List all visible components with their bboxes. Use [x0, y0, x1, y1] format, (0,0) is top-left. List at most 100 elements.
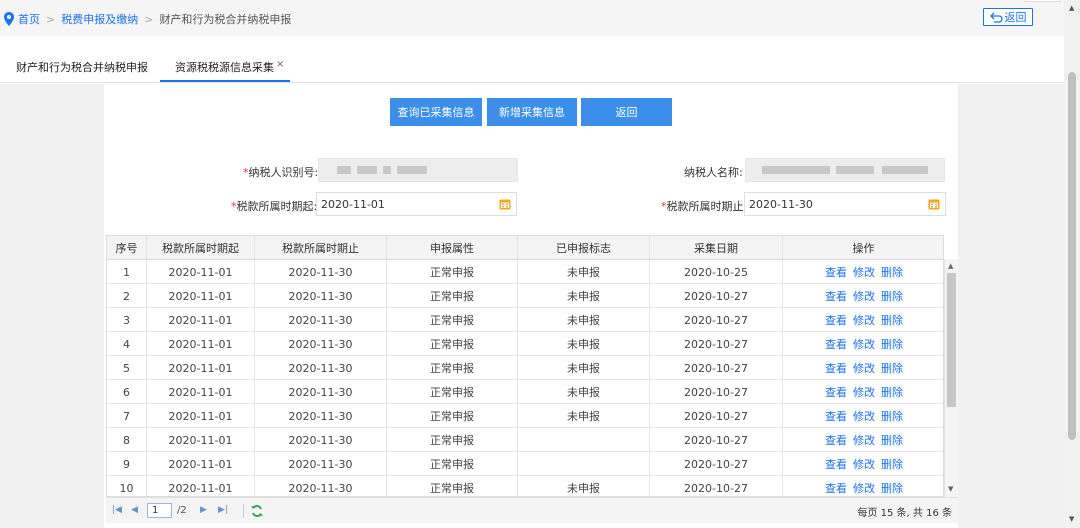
page-scroll-thumb[interactable] — [1068, 72, 1076, 440]
view-link[interactable]: 查看 — [825, 288, 847, 304]
page-scroll-up-icon[interactable]: ▲ — [1069, 4, 1074, 12]
header-col-index: 序号 — [107, 236, 147, 260]
view-link[interactable]: 查看 — [825, 432, 847, 448]
table-row[interactable]: 3 2020-11-01 2020-11-30 正常申报 未申报 2020-10-27 查看… — [107, 308, 943, 332]
delete-link[interactable]: 删除 — [881, 264, 903, 280]
header-col-declared-flag: 已申报标志 — [518, 236, 650, 260]
scroll-up-icon[interactable]: ▲ — [948, 262, 953, 270]
table-row[interactable]: 9 2020-11-01 2020-11-30 正常申报 2020-10-27 查看 修改删… — [107, 452, 943, 476]
view-link[interactable]: 查看 — [825, 360, 847, 376]
edit-link[interactable]: 修改 — [853, 336, 875, 352]
prev-page-icon[interactable]: ◀ — [131, 505, 138, 515]
cell-col-collect-date: 2020-10-27 — [650, 452, 783, 476]
return-button[interactable]: 返回 — [581, 98, 672, 126]
cell-col-index: 1 — [107, 260, 147, 284]
table-row[interactable]: 1 2020-11-01 2020-11-30 正常申报 未申报 2020-10-25 查看… — [107, 260, 943, 284]
cell-col-collect-date: 2020-10-27 — [650, 404, 783, 428]
edit-link[interactable]: 修改 — [853, 384, 875, 400]
header-col-collect-date: 采集日期 — [650, 236, 783, 260]
cell-col-index: 5 — [107, 356, 147, 380]
cell-col-declared-flag: 未申报 — [518, 260, 650, 284]
page-scroll-down-icon[interactable]: ▼ — [1069, 515, 1074, 523]
view-link[interactable]: 查看 — [825, 480, 847, 496]
back-button[interactable]: 返回 — [983, 8, 1033, 26]
delete-link[interactable]: 删除 — [881, 360, 903, 376]
breadcrumb-tax-declaration-link[interactable]: 税费申报及缴纳 — [61, 11, 138, 27]
table-row[interactable]: 5 2020-11-01 2020-11-30 正常申报 未申报 2020-10-27 查看… — [107, 356, 943, 380]
edit-link[interactable]: 修改 — [853, 432, 875, 448]
view-link[interactable]: 查看 — [825, 312, 847, 328]
calendar-icon[interactable] — [499, 198, 511, 210]
period-end-field[interactable]: 2020-11-30 — [744, 192, 946, 216]
view-link[interactable]: 查看 — [825, 456, 847, 472]
table-header: 序号 税款所属时期起 税款所属时期止 申报属性 已申报标志 采集日期 操作 — [107, 236, 943, 260]
edit-link[interactable]: 修改 — [853, 360, 875, 376]
edit-link[interactable]: 修改 — [853, 408, 875, 424]
scroll-down-icon[interactable]: ▼ — [948, 485, 953, 493]
edit-link[interactable]: 修改 — [853, 264, 875, 280]
pager-summary: 每页 15 条, 共 16 条 — [857, 508, 952, 519]
back-arrow-icon — [989, 12, 1003, 23]
page-number-input[interactable]: 1 — [147, 503, 172, 518]
delete-link[interactable]: 删除 — [881, 408, 903, 424]
cell-col-collect-date: 2020-10-27 — [650, 332, 783, 356]
period-end-value: 2020-11-30 — [749, 197, 813, 211]
edit-link[interactable]: 修改 — [853, 480, 875, 496]
query-collected-button[interactable]: 查询已采集信息 — [390, 98, 482, 126]
delete-link[interactable]: 删除 — [881, 384, 903, 400]
period-end-label: *税款所属时期止: — [661, 200, 748, 213]
view-link[interactable]: 查看 — [825, 336, 847, 352]
cell-actions: 查看 修改 删除 — [783, 260, 943, 284]
page-scrollbar[interactable]: ▲ ▼ — [1064, 0, 1080, 528]
edit-link[interactable]: 修改 — [853, 288, 875, 304]
table-row[interactable]: 10 2020-11-01 2020-11-30 正常申报 未申报 2020-10-27 查… — [107, 476, 943, 496]
delete-link[interactable]: 删除 — [881, 336, 903, 352]
cell-col-period-end: 2020-11-30 — [255, 260, 387, 284]
refresh-icon[interactable] — [250, 504, 264, 518]
header-col-period-end: 税款所属时期止 — [255, 236, 387, 260]
cell-col-declare-type: 正常申报 — [387, 260, 518, 284]
breadcrumb-home-link[interactable]: 首页 — [18, 11, 40, 27]
next-page-icon[interactable]: ▶ — [200, 505, 207, 515]
calendar-icon[interactable] — [928, 198, 940, 210]
table-row[interactable]: 7 2020-11-01 2020-11-30 正常申报 未申报 2020-10-27 查看… — [107, 404, 943, 428]
header-col-actions: 操作 — [783, 236, 943, 260]
view-link[interactable]: 查看 — [825, 264, 847, 280]
delete-link[interactable]: 删除 — [881, 288, 903, 304]
cell-col-period-start: 2020-11-01 — [147, 428, 255, 452]
last-page-icon[interactable]: ▶| — [218, 505, 228, 515]
cell-col-declared-flag: 未申报 — [518, 476, 650, 496]
tab-close-icon[interactable]: × — [276, 59, 284, 70]
view-link[interactable]: 查看 — [825, 408, 847, 424]
view-link[interactable]: 查看 — [825, 384, 847, 400]
tab-resource-tax-collection[interactable]: 资源税税源信息采集 × — [175, 59, 284, 75]
table-scroll-thumb[interactable] — [947, 273, 956, 407]
delete-link[interactable]: 删除 — [881, 312, 903, 328]
cell-col-period-start: 2020-11-01 — [147, 260, 255, 284]
tab-property-behavior-tax[interactable]: 财产和行为税合并纳税申报 — [16, 59, 148, 75]
table-row[interactable]: 6 2020-11-01 2020-11-30 正常申报 未申报 2020-10-27 查看… — [107, 380, 943, 404]
cell-col-declare-type: 正常申报 — [387, 452, 518, 476]
cell-col-period-end: 2020-11-30 — [255, 356, 387, 380]
period-start-field[interactable]: 2020-11-01 — [316, 192, 517, 216]
cell-col-index: 7 — [107, 404, 147, 428]
table-row[interactable]: 2 2020-11-01 2020-11-30 正常申报 未申报 2020-10-27 查看… — [107, 284, 943, 308]
pager-divider — [243, 504, 244, 518]
delete-link[interactable]: 删除 — [881, 480, 903, 496]
add-collection-button[interactable]: 新增采集信息 — [487, 98, 577, 126]
tab-bar: 财产和行为税合并纳税申报 资源税税源信息采集 × — [0, 50, 1064, 83]
delete-link[interactable]: 删除 — [881, 456, 903, 472]
header-col-period-start: 税款所属时期起 — [147, 236, 255, 260]
cell-col-index: 10 — [107, 476, 147, 496]
breadcrumb-current: 财产和行为税合并纳税申报 — [159, 13, 292, 26]
delete-link[interactable]: 删除 — [881, 432, 903, 448]
cell-actions: 查看 修改 删除 — [783, 428, 943, 452]
first-page-icon[interactable]: |◀ — [112, 505, 122, 515]
edit-link[interactable]: 修改 — [853, 312, 875, 328]
table-scrollbar[interactable]: ▲ ▼ — [944, 259, 958, 497]
cell-col-declared-flag: 未申报 — [518, 380, 650, 404]
table-row[interactable]: 4 2020-11-01 2020-11-30 正常申报 未申报 2020-10-27 查看… — [107, 332, 943, 356]
table-row[interactable]: 8 2020-11-01 2020-11-30 正常申报 2020-10-27 查看 修改删… — [107, 428, 943, 452]
edit-link[interactable]: 修改 — [853, 456, 875, 472]
cell-col-index: 8 — [107, 428, 147, 452]
